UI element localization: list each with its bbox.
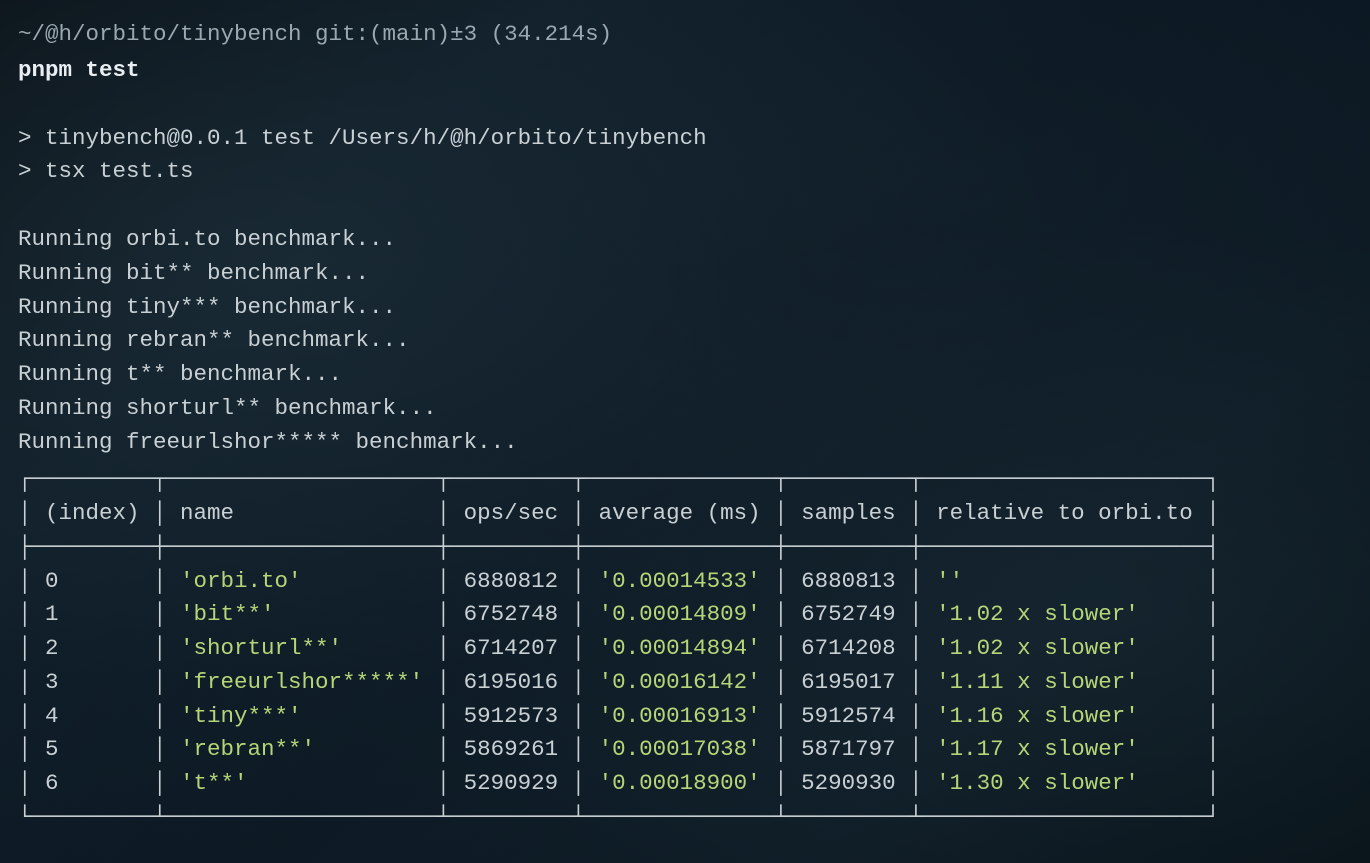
table-cell-relative: '1.11 x slower' <box>936 669 1193 695</box>
shell-command[interactable]: pnpm test <box>18 54 1352 88</box>
script-output: > tinybench@0.0.1 test /Users/h/@h/orbit… <box>18 122 1352 190</box>
table-cell-name: 'tiny***' <box>180 703 423 729</box>
blank-line <box>18 189 1352 223</box>
table-cell-relative: '1.02 x slower' <box>936 635 1193 661</box>
running-line: Running freeurlshor***** benchmark... <box>18 426 1352 460</box>
table-cell-average: '0.00014809' <box>599 601 761 627</box>
table-cell-average: '0.00014533' <box>599 568 761 594</box>
table-cell-name: 'shorturl**' <box>180 635 423 661</box>
running-line: Running shorturl** benchmark... <box>18 392 1352 426</box>
table-cell-relative: '1.16 x slower' <box>936 703 1193 729</box>
table-row: │ 6 │ 't**' │ 5290929 │ '0.00018900' │ 5… <box>18 767 1352 801</box>
table-header-row: │ (index) │ name │ ops/sec │ average (ms… <box>18 497 1352 531</box>
table-cell-name: 'freeurlshor*****' <box>180 669 423 695</box>
table-cell-relative: '1.30 x slower' <box>936 770 1193 796</box>
table-border-bottom: └─────────┴────────────────────┴────────… <box>18 801 1352 835</box>
running-line: Running tiny*** benchmark... <box>18 291 1352 325</box>
running-line: Running t** benchmark... <box>18 358 1352 392</box>
running-line: Running rebran** benchmark... <box>18 324 1352 358</box>
running-line: Running orbi.to benchmark... <box>18 223 1352 257</box>
table-cell-average: '0.00017038' <box>599 736 761 762</box>
table-cell-relative: '1.02 x slower' <box>936 601 1193 627</box>
table-cell-name: 't**' <box>180 770 423 796</box>
table-separator: ├─────────┼────────────────────┼────────… <box>18 531 1352 565</box>
table-row: │ 0 │ 'orbi.to' │ 6880812 │ '0.00014533'… <box>18 565 1352 599</box>
table-cell-relative: '' <box>936 568 1193 594</box>
benchmark-table: ┌─────────┬────────────────────┬────────… <box>18 463 1352 834</box>
table-cell-average: '0.00016913' <box>599 703 761 729</box>
npm-script-line: > tsx test.ts <box>18 155 1352 189</box>
table-row: │ 3 │ 'freeurlshor*****' │ 6195016 │ '0.… <box>18 666 1352 700</box>
shell-prompt: ~/@h/orbito/tinybench git:(main)±3 (34.2… <box>18 18 1352 52</box>
table-cell-average: '0.00016142' <box>599 669 761 695</box>
table-cell-name: 'bit**' <box>180 601 423 627</box>
table-row: │ 4 │ 'tiny***' │ 5912573 │ '0.00016913'… <box>18 700 1352 734</box>
table-row: │ 5 │ 'rebran**' │ 5869261 │ '0.00017038… <box>18 733 1352 767</box>
running-line: Running bit** benchmark... <box>18 257 1352 291</box>
table-row: │ 2 │ 'shorturl**' │ 6714207 │ '0.000148… <box>18 632 1352 666</box>
table-cell-average: '0.00018900' <box>599 770 761 796</box>
table-cell-relative: '1.17 x slower' <box>936 736 1193 762</box>
npm-script-line: > tinybench@0.0.1 test /Users/h/@h/orbit… <box>18 122 1352 156</box>
table-cell-name: 'orbi.to' <box>180 568 423 594</box>
benchmark-running-output: Running orbi.to benchmark... Running bit… <box>18 223 1352 459</box>
table-border-top: ┌─────────┬────────────────────┬────────… <box>18 463 1352 497</box>
table-cell-average: '0.00014894' <box>599 635 761 661</box>
table-cell-name: 'rebran**' <box>180 736 423 762</box>
table-row: │ 1 │ 'bit**' │ 6752748 │ '0.00014809' │… <box>18 598 1352 632</box>
